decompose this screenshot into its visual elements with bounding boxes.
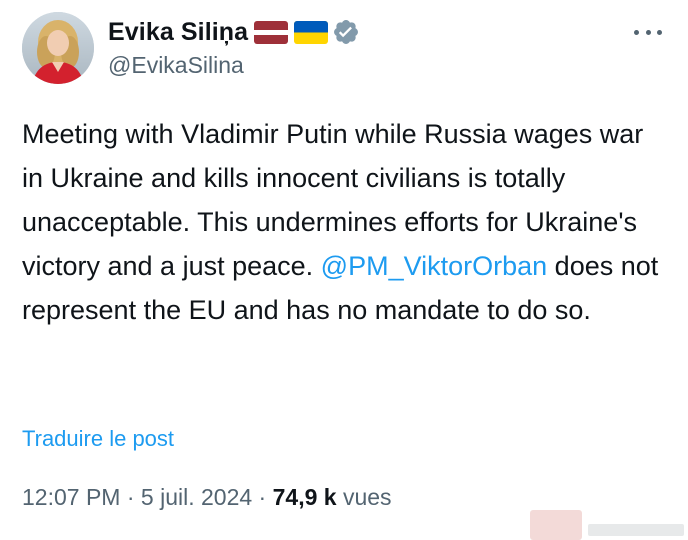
more-dot (634, 29, 639, 35)
more-dot (657, 29, 662, 35)
author-names: Evika Siliņa @EvikaSilina (108, 16, 360, 79)
b2-brussels-logo-icon (528, 506, 688, 540)
views-count: 74,9 k (272, 484, 337, 510)
name-row: Evika Siliņa (108, 16, 360, 48)
latvia-flag-icon (254, 20, 289, 44)
more-horizontal-icon[interactable] (634, 22, 662, 42)
tweet-card: Evika Siliņa @EvikaSilina Meeting with V… (0, 0, 688, 540)
meta-separator: · (252, 484, 273, 510)
avatar[interactable] (22, 12, 94, 84)
tweet-time[interactable]: 12:07 PM (22, 484, 120, 510)
tweet-meta: 12:07 PM · 5 juil. 2024 · 74,9 k vues (22, 484, 392, 511)
tweet-date[interactable]: 5 juil. 2024 (141, 484, 252, 510)
tweet-header: Evika Siliņa @EvikaSilina (22, 12, 668, 88)
more-dot (645, 29, 651, 35)
display-name[interactable]: Evika Siliņa (108, 18, 248, 47)
mention-link[interactable]: @PM_ViktorOrban (321, 251, 548, 281)
author-handle[interactable]: @EvikaSilina (108, 52, 360, 79)
translate-post-link[interactable]: Traduire le post (22, 426, 174, 452)
verified-badge-icon[interactable] (332, 18, 360, 46)
meta-separator: · (120, 484, 141, 510)
tweet-text: Meeting with Vladimir Putin while Russia… (22, 112, 662, 332)
ukraine-flag-icon (294, 20, 329, 44)
views-label: vues (336, 484, 392, 510)
